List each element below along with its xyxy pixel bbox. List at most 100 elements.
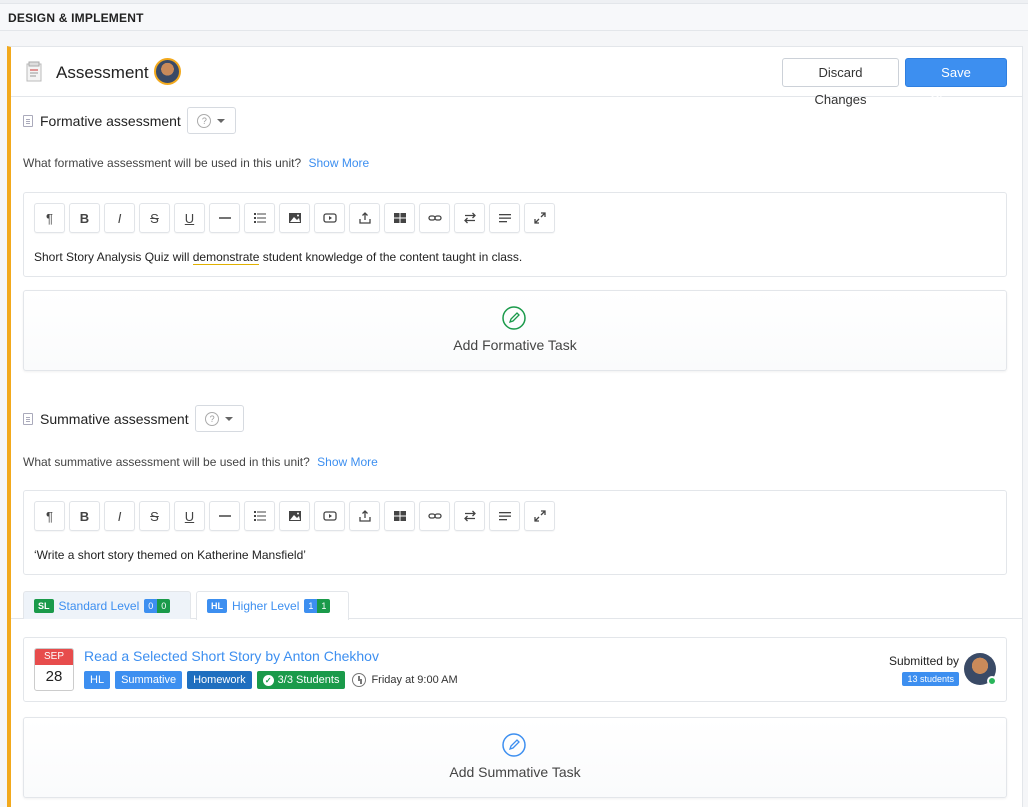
author-avatar[interactable]	[154, 58, 181, 85]
caret-down-icon	[225, 416, 234, 421]
task-title-link[interactable]: Read a Selected Short Story by Anton Che…	[84, 648, 379, 664]
paragraph-icon[interactable]: ¶	[34, 501, 65, 531]
tab-higher-level-label: Higher Level	[232, 599, 300, 613]
section-header: DESIGN & IMPLEMENT	[0, 3, 1028, 31]
tag-students-label: 3/3 Students	[277, 674, 340, 686]
tag-type: Summative	[115, 671, 183, 689]
spellcheck-word: demonstrate	[192, 250, 260, 265]
underline-icon[interactable]: U	[174, 203, 205, 233]
expand-icon[interactable]	[524, 203, 555, 233]
tab-higher-level[interactable]: HL Higher Level 1 1	[196, 591, 349, 620]
tab-standard-level-label: Standard Level	[58, 598, 140, 613]
formative-text-before: Short Story Analysis Quiz will	[34, 250, 193, 264]
task-tags: HL Summative Homework ✓ 3/3 Students Fri…	[84, 671, 458, 689]
due-date-label: Friday at 9:00 AM	[371, 674, 458, 686]
video-icon[interactable]	[314, 501, 345, 531]
link-icon[interactable]	[419, 203, 450, 233]
video-icon[interactable]	[314, 203, 345, 233]
summative-question: What summative assessment will be used i…	[23, 455, 378, 469]
tag-level: HL	[84, 671, 111, 689]
align-icon[interactable]	[489, 501, 520, 531]
help-icon: ?	[205, 411, 220, 426]
formative-editor-text[interactable]: Short Story Analysis Quiz will demonstra…	[34, 250, 523, 265]
due-date: Friday at 9:00 AM	[352, 673, 458, 687]
summative-question-text: What summative assessment will be used i…	[23, 455, 310, 469]
summative-label: Summative assessment	[40, 410, 189, 427]
level-tabs: SL Standard Level 0 0 HL Higher Level 1 …	[11, 591, 1022, 620]
card-title: Assessment	[56, 63, 149, 82]
bold-icon[interactable]: B	[69, 501, 100, 531]
calendar-month: SEP	[35, 649, 73, 665]
formative-help-dropdown[interactable]: ?	[186, 107, 236, 134]
summative-label-row: Summative assessment ?	[23, 405, 244, 432]
clock-icon	[352, 673, 367, 687]
tag-students: ✓ 3/3 Students	[256, 671, 346, 689]
assessment-doc-icon	[26, 61, 42, 82]
tab-standard-level[interactable]: SL Standard Level 0 0	[23, 591, 191, 619]
upload-icon[interactable]	[349, 501, 380, 531]
horizontal-rule-icon[interactable]	[209, 203, 240, 233]
calendar-date: SEP 28	[34, 648, 74, 691]
card-header: Assessment Discard Changes Save Changes	[11, 47, 1022, 107]
swap-icon[interactable]	[454, 203, 485, 233]
document-icon	[23, 412, 33, 425]
horizontal-rule-icon[interactable]	[209, 501, 240, 531]
list-icon[interactable]	[244, 501, 275, 531]
summative-help-dropdown[interactable]: ?	[194, 405, 244, 432]
formative-label-row: Formative assessment ?	[23, 107, 236, 134]
paragraph-icon[interactable]: ¶	[34, 203, 65, 233]
table-icon[interactable]	[384, 203, 415, 233]
pencil-icon	[502, 733, 526, 757]
link-icon[interactable]	[419, 501, 450, 531]
formative-toolbar: ¶ B I S U	[34, 203, 555, 233]
add-formative-task-button[interactable]: Add Formative Task	[23, 290, 1007, 371]
expand-icon[interactable]	[524, 501, 555, 531]
list-icon[interactable]	[244, 203, 275, 233]
hl-count-b: 1	[317, 599, 331, 613]
students-badge[interactable]: 13 students	[902, 672, 959, 686]
help-icon: ?	[197, 113, 212, 128]
bold-icon[interactable]: B	[69, 203, 100, 233]
submitted-by-label: Submitted by	[888, 654, 959, 668]
sl-chip: SL	[34, 598, 54, 613]
add-summative-task-label: Add Summative Task	[449, 764, 581, 780]
upload-icon[interactable]	[349, 203, 380, 233]
formative-question-text: What formative assessment will be used i…	[23, 156, 302, 170]
sl-count-a: 0	[144, 598, 158, 613]
hl-count-a: 1	[304, 599, 318, 613]
add-summative-task-button[interactable]: Add Summative Task	[23, 717, 1007, 798]
image-icon[interactable]	[279, 203, 310, 233]
caret-down-icon	[217, 118, 226, 123]
assessment-card: Assessment Discard Changes Save Changes …	[7, 46, 1023, 807]
summative-show-more-link[interactable]: Show More	[317, 455, 378, 469]
add-formative-task-label: Add Formative Task	[453, 337, 577, 353]
strikethrough-icon[interactable]: S	[139, 203, 170, 233]
strikethrough-icon[interactable]: S	[139, 501, 170, 531]
sl-count-b: 0	[157, 598, 171, 613]
image-icon[interactable]	[279, 501, 310, 531]
pencil-icon	[502, 306, 526, 330]
document-icon	[23, 114, 33, 127]
underline-icon[interactable]: U	[174, 501, 205, 531]
formative-show-more-link[interactable]: Show More	[308, 156, 369, 170]
italic-icon[interactable]: I	[104, 501, 135, 531]
table-icon[interactable]	[384, 501, 415, 531]
formative-label: Formative assessment	[40, 112, 181, 129]
save-changes-button[interactable]: Save Changes	[905, 58, 1007, 107]
sl-count-badge: 0 0	[144, 598, 171, 613]
online-status-dot	[987, 676, 997, 686]
summative-editor-text[interactable]: ‘Write a short story themed on Katherine…	[34, 548, 306, 562]
tag-kind: Homework	[187, 671, 252, 689]
swap-icon[interactable]	[454, 501, 485, 531]
summative-toolbar: ¶ B I S U	[34, 501, 555, 531]
check-icon: ✓	[262, 674, 274, 686]
hl-chip: HL	[207, 599, 227, 613]
formative-text-after: student knowledge of the content taught …	[259, 250, 523, 264]
formative-editor[interactable]: ¶ B I S U Short Story Analysis Quiz will…	[23, 192, 1007, 277]
italic-icon[interactable]: I	[104, 203, 135, 233]
summative-editor[interactable]: ¶ B I S U ‘Write a short story themed on…	[23, 490, 1007, 575]
formative-question: What formative assessment will be used i…	[23, 156, 369, 170]
task-card[interactable]: SEP 28 Read a Selected Short Story by An…	[23, 637, 1007, 702]
align-icon[interactable]	[489, 203, 520, 233]
discard-changes-button[interactable]: Discard Changes	[782, 58, 899, 107]
